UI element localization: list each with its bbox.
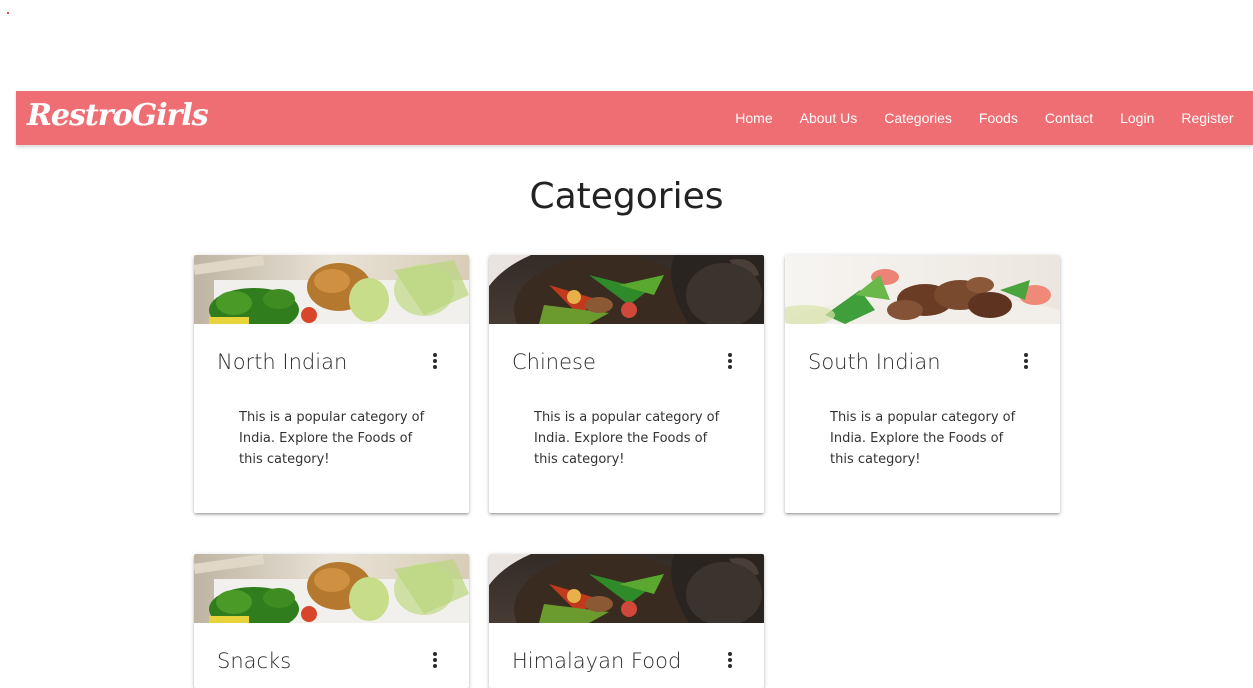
category-card-north-indian[interactable]: North Indian This is a popular category … — [194, 255, 469, 513]
nav-link-foods[interactable]: Foods — [965, 91, 1031, 145]
nav-links: Home About Us Categories Foods Contact L… — [722, 91, 1247, 145]
category-card-himalayan-food[interactable]: Himalayan Food — [489, 554, 764, 688]
category-card-chinese[interactable]: Chinese This is a popular category of In… — [489, 255, 764, 513]
brand-logo[interactable]: RestroGirls — [27, 96, 209, 136]
more-vert-icon[interactable] — [1019, 351, 1033, 371]
nav-link-home[interactable]: Home — [722, 91, 786, 145]
card-title[interactable]: Snacks — [217, 649, 291, 673]
stray-dot — [7, 12, 9, 14]
nav-link-register[interactable]: Register — [1168, 91, 1247, 145]
card-title[interactable]: North Indian — [217, 350, 347, 374]
more-vert-icon[interactable] — [428, 650, 442, 670]
more-vert-icon[interactable] — [723, 351, 737, 371]
card-description: This is a popular category of India. Exp… — [830, 410, 1016, 467]
nav-link-about-us[interactable]: About Us — [786, 91, 871, 145]
page-title: Categories — [529, 176, 724, 217]
navbar: RestroGirls Home About Us Categories Foo… — [16, 91, 1253, 145]
nav-link-categories[interactable]: Categories — [871, 91, 966, 145]
category-card-south-indian[interactable]: South Indian This is a popular category … — [785, 255, 1060, 513]
category-card-snacks[interactable]: Snacks — [194, 554, 469, 688]
card-title[interactable]: Himalayan Food — [512, 649, 681, 673]
nav-link-login[interactable]: Login — [1107, 91, 1168, 145]
card-description: This is a popular category of India. Exp… — [534, 410, 720, 467]
nav-link-contact[interactable]: Contact — [1031, 91, 1106, 145]
stir-fry-pan-image[interactable] — [489, 255, 764, 324]
stir-fry-pan-image[interactable] — [489, 554, 764, 623]
card-description: This is a popular category of India. Exp… — [239, 410, 425, 467]
beef-salad-image[interactable] — [785, 255, 1060, 324]
card-title[interactable]: South Indian — [808, 350, 941, 374]
card-title[interactable]: Chinese — [512, 350, 596, 374]
more-vert-icon[interactable] — [723, 650, 737, 670]
bento-plate-image[interactable] — [194, 554, 469, 623]
bento-plate-image[interactable] — [194, 255, 469, 324]
more-vert-icon[interactable] — [428, 351, 442, 371]
